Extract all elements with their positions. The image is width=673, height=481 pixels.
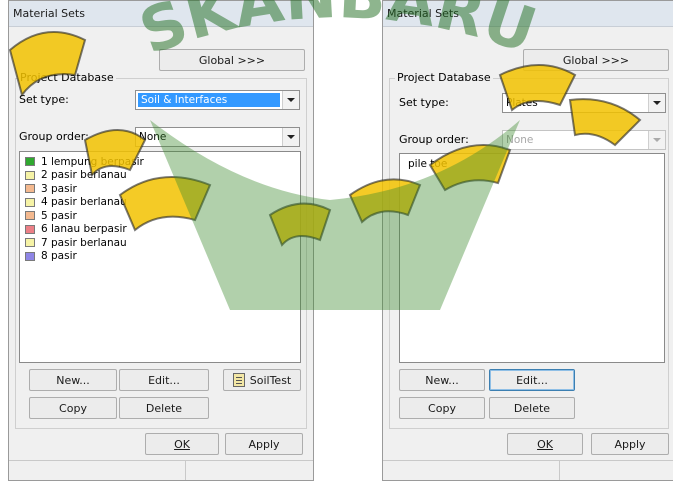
status-bar	[9, 460, 313, 480]
status-bar	[383, 460, 673, 480]
edit-button[interactable]: Edit...	[489, 369, 575, 391]
window-title: Material Sets	[9, 1, 313, 27]
group-order-select[interactable]: None	[135, 127, 300, 147]
group-order-select: None	[502, 130, 666, 150]
set-type-select[interactable]: Plates	[502, 93, 666, 113]
material-color-swatch	[25, 157, 35, 167]
material-color-swatch	[25, 251, 35, 261]
group-order-label: Group order:	[19, 130, 89, 143]
chevron-down-icon[interactable]	[648, 94, 665, 112]
set-type-label: Set type:	[19, 93, 69, 106]
chevron-down-icon[interactable]	[282, 91, 299, 109]
group-label: Project Database	[395, 71, 493, 84]
list-item[interactable]: 8 pasir	[20, 250, 300, 264]
group-order-label: Group order:	[399, 133, 469, 146]
list-item[interactable]: 2 pasir berlanau	[20, 169, 300, 183]
chevron-down-icon	[648, 131, 665, 149]
new-button[interactable]: New...	[399, 369, 485, 391]
window-title: Material Sets	[383, 1, 673, 27]
list-item-label: pile toe	[408, 157, 448, 170]
list-item[interactable]: pile toe	[400, 157, 664, 171]
set-type-value: Plates	[506, 97, 538, 109]
list-item[interactable]: 1 lempung berpasir	[20, 155, 300, 169]
material-sets-window-left: Material Sets Global >>> Project Databas…	[8, 0, 314, 481]
copy-button[interactable]: Copy	[29, 397, 117, 419]
ok-button[interactable]: OK	[145, 433, 219, 455]
set-type-select[interactable]: Soil & Interfaces	[135, 90, 300, 110]
list-item[interactable]: 6 lanau berpasir	[20, 223, 300, 237]
ok-label: OK	[174, 437, 190, 451]
list-item-label: 1 lempung berpasir	[41, 155, 144, 168]
ok-label: OK	[537, 437, 553, 451]
new-button[interactable]: New...	[29, 369, 117, 391]
apply-button[interactable]: Apply	[591, 433, 669, 455]
list-item[interactable]: 5 pasir	[20, 209, 300, 223]
material-color-swatch	[25, 170, 35, 180]
material-list[interactable]: 1 lempung berpasir 2 pasir berlanau 3 pa…	[19, 151, 301, 363]
status-bar-divider	[559, 461, 560, 480]
global-button[interactable]: Global >>>	[159, 49, 305, 71]
group-order-value: None	[506, 134, 534, 146]
material-color-swatch	[25, 184, 35, 194]
material-color-swatch	[25, 197, 35, 207]
soiltest-label: SoilTest	[249, 373, 292, 387]
group-label: Project Database	[18, 71, 116, 84]
set-type-label: Set type:	[399, 96, 449, 109]
delete-button[interactable]: Delete	[119, 397, 209, 419]
group-order-value: None	[139, 131, 167, 143]
soiltest-button[interactable]: SoilTest	[223, 369, 301, 391]
list-item-label: 4 pasir berlanau	[41, 196, 127, 209]
list-item[interactable]: 4 pasir berlanau	[20, 196, 300, 210]
material-sets-window-right: Material Sets Global >>> Project Databas…	[382, 0, 673, 481]
set-type-value: Soil & Interfaces	[138, 93, 280, 107]
global-button[interactable]: Global >>>	[523, 49, 669, 71]
chevron-down-icon[interactable]	[282, 128, 299, 146]
material-color-swatch	[25, 224, 35, 234]
list-item-label: 8 pasir	[41, 250, 77, 263]
apply-button[interactable]: Apply	[225, 433, 303, 455]
status-bar-divider	[185, 461, 186, 480]
copy-button[interactable]: Copy	[399, 397, 485, 419]
list-item[interactable]: 3 pasir	[20, 182, 300, 196]
edit-button[interactable]: Edit...	[119, 369, 209, 391]
clipboard-icon	[232, 373, 245, 387]
list-item[interactable]: 7 pasir berlanau	[20, 236, 300, 250]
list-item-label: 2 pasir berlanau	[41, 169, 127, 182]
list-item-label: 7 pasir berlanau	[41, 236, 127, 249]
material-color-swatch	[25, 238, 35, 248]
ok-button[interactable]: OK	[507, 433, 583, 455]
delete-button[interactable]: Delete	[489, 397, 575, 419]
material-list[interactable]: pile toe	[399, 153, 665, 363]
list-item-label: 5 pasir	[41, 209, 77, 222]
material-color-swatch	[25, 211, 35, 221]
list-item-label: 6 lanau berpasir	[41, 223, 127, 236]
list-item-label: 3 pasir	[41, 182, 77, 195]
